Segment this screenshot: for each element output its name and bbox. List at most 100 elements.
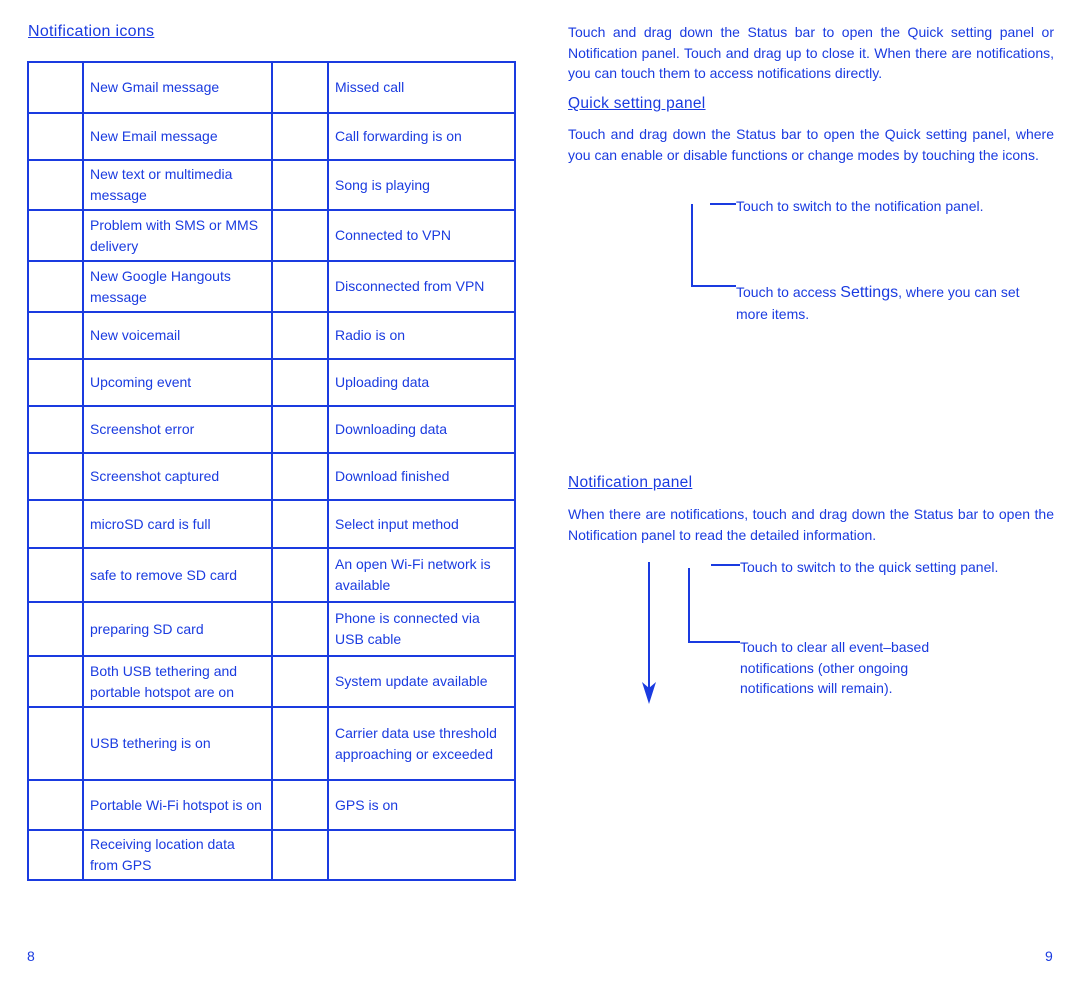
icon-cell [271,209,329,262]
icon-description: Song is playing [327,159,516,211]
quick-setting-callout-switch: Touch to switch to the notification pane… [736,198,984,214]
icon-cell [27,209,84,262]
icon-cell [27,547,84,603]
icon-description: Portable Wi-Fi hotspot is on [82,779,273,831]
table-row: Screenshot error Downloading data [27,405,516,454]
icon-cell [27,61,84,114]
table-row: microSD card is full Select input method [27,499,516,549]
intro-paragraph: Touch and drag down the Status bar to op… [568,24,1054,81]
icon-cell [27,405,84,454]
notification-icons-heading: Notification icons [28,23,155,40]
icon-description: System update available [327,655,516,708]
quick-setting-heading: Quick setting panel [568,95,706,112]
icon-description: An open Wi-Fi network is available [327,547,516,603]
icon-description: Phone is connected via USB cable [327,601,516,657]
icon-description: Call forwarding is on [327,112,516,161]
table-row: New Google Hangouts message Disconnected … [27,260,516,313]
icon-cell [27,706,84,781]
icon-description: Screenshot error [82,405,273,454]
icon-description: Select input method [327,499,516,549]
page-left: Notification icons New Gmail message Miss… [0,0,540,990]
icon-cell [271,829,329,881]
icon-description: New Email message [82,112,273,161]
icon-cell [27,452,84,501]
icon-cell [271,61,329,114]
icon-cell [27,112,84,161]
table-row: New Email message Call forwarding is on [27,112,516,161]
table-row: New voicemail Radio is on [27,311,516,360]
icon-description: Missed call [327,61,516,114]
icon-description: GPS is on [327,779,516,831]
icon-description: Screenshot captured [82,452,273,501]
table-row: Upcoming event Uploading data [27,358,516,407]
callout-connector-line [691,285,736,287]
icon-cell [27,311,84,360]
icon-cell [271,547,329,603]
page-right: Touch and drag down the Status bar to op… [540,0,1080,990]
icon-cell [27,655,84,708]
icon-description: Connected to VPN [327,209,516,262]
table-row: Both USB tethering and portable hotspot … [27,655,516,708]
notification-callout-clear: Touch to clear all event–based notificat… [740,639,930,696]
icon-cell [271,358,329,407]
settings-keyword: Settings [840,284,899,301]
callout-connector-line [688,641,740,643]
icon-description: Problem with SMS or MMS delivery [82,209,273,262]
icon-cell [271,112,329,161]
icon-cell [271,260,329,313]
table-row: safe to remove SD card An open Wi-Fi netw… [27,547,516,603]
icon-description: Both USB tethering and portable hotspot … [82,655,273,708]
icon-cell [271,452,329,501]
table-row: Receiving location data from GPS [27,829,516,881]
table-row: New Gmail message Missed call [27,61,516,114]
icon-description: USB tethering is on [82,706,273,781]
notification-panel-body: When there are notifications, touch and … [568,506,1054,543]
icon-description: Uploading data [327,358,516,407]
icon-description: microSD card is full [82,499,273,549]
icon-cell [27,499,84,549]
icon-description: Disconnected from VPN [327,260,516,313]
notification-callout-switch: Touch to switch to the quick setting pan… [740,559,999,575]
page-number: 9 [1045,948,1053,964]
icon-cell [27,601,84,657]
drag-down-arrow-icon [642,562,656,704]
callout-connector-line [711,564,740,566]
icon-cell [27,358,84,407]
icon-cell [271,499,329,549]
icon-cell [271,655,329,708]
icon-description: Downloading data [327,405,516,454]
icon-cell [271,706,329,781]
icon-cell [27,829,84,881]
icon-description: Upcoming event [82,358,273,407]
page-number: 8 [27,948,35,964]
table-row: Problem with SMS or MMS delivery Connecte… [27,209,516,262]
icon-cell [27,779,84,831]
icon-description: Carrier data use threshold approaching o… [327,706,516,781]
table-row: New text or multimedia message Song is pl… [27,159,516,211]
icon-description: New Google Hangouts message [82,260,273,313]
icon-description: Download finished [327,452,516,501]
icon-cell [271,159,329,211]
icon-cell [271,311,329,360]
icon-description: New text or multimedia message [82,159,273,211]
icon-description: safe to remove SD card [82,547,273,603]
icon-description: New voicemail [82,311,273,360]
icon-cell [271,601,329,657]
icon-description: Receiving location data from GPS [82,829,273,881]
icon-description: preparing SD card [82,601,273,657]
quick-setting-body: Touch and drag down the Status bar to op… [568,126,1054,163]
icon-cell [27,260,84,313]
notification-panel-heading: Notification panel [568,474,693,491]
icon-cell [27,159,84,211]
table-row: preparing SD card Phone is connected via … [27,601,516,657]
icon-description: New Gmail message [82,61,273,114]
notification-icons-table: New Gmail message Missed call New Email me… [27,61,516,881]
table-row: Portable Wi-Fi hotspot is on GPS is on [27,779,516,831]
icon-cell [271,405,329,454]
callout-bracket-line [691,204,693,287]
table-row: Screenshot captured Download finished [27,452,516,501]
icon-description [327,829,516,881]
icon-cell [271,779,329,831]
callout-bracket-line [688,568,690,643]
callout-connector-line [710,203,736,205]
